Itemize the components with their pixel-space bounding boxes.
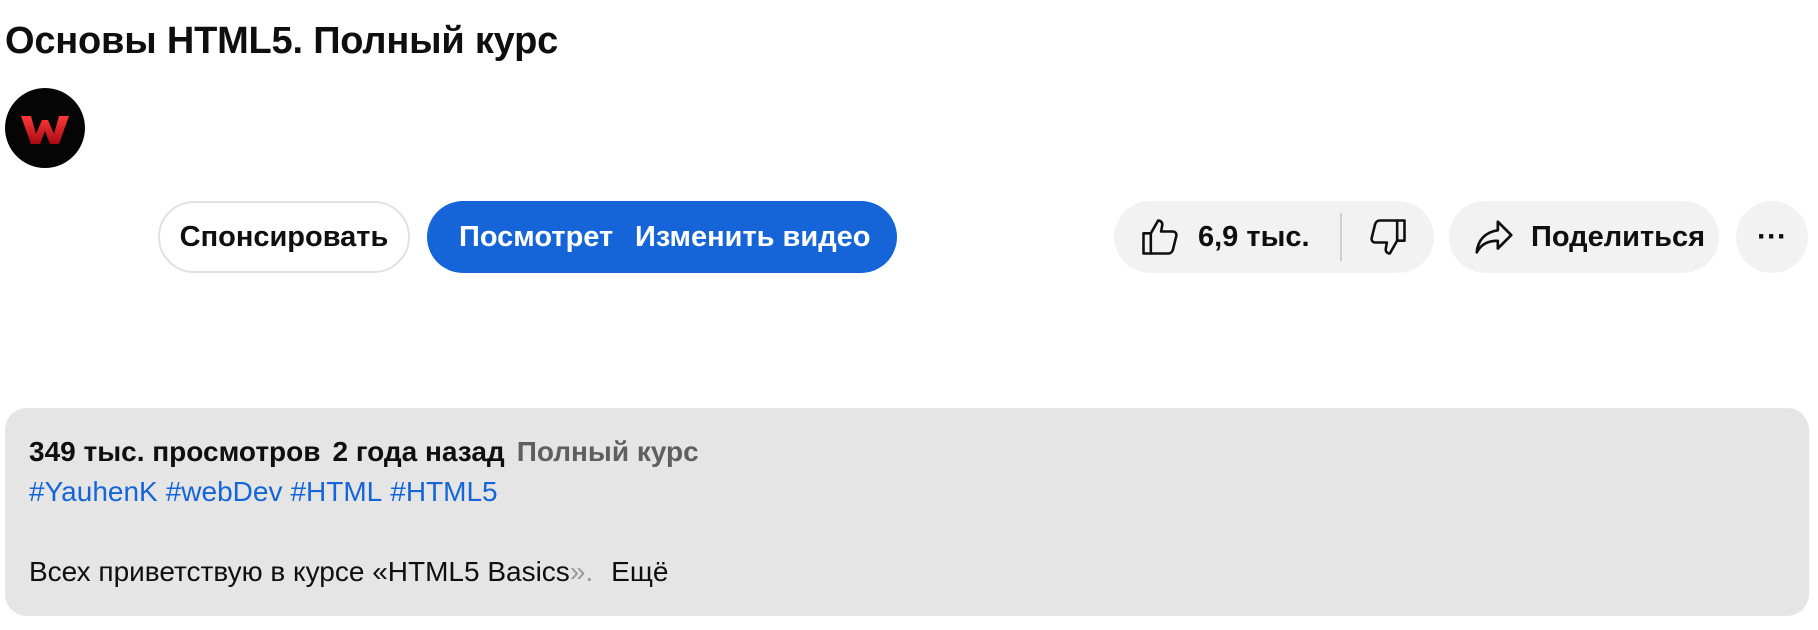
share-label: Поделиться xyxy=(1531,220,1706,253)
show-more-button[interactable]: Ещё xyxy=(611,556,668,587)
upload-date: 2 года назад xyxy=(332,436,505,467)
topic-label: Полный курс xyxy=(516,436,699,467)
hashtag-link[interactable]: #HTML5 xyxy=(390,476,497,507)
share-arrow-icon xyxy=(1475,220,1513,254)
video-page: Основы HTML5. Полный курс Спонсировать П… xyxy=(0,0,1818,630)
like-dislike-group: 6,9 тыс. xyxy=(1114,201,1434,273)
description-text: Всех приветствую в курсе «HTML5 Basics».… xyxy=(29,556,1785,588)
like-button[interactable]: 6,9 тыс. xyxy=(1114,201,1340,273)
hashtag-list: #YauhenK #webDev #HTML #HTML5 xyxy=(29,476,1785,516)
hashtag-link[interactable]: #HTML xyxy=(290,476,382,507)
w-logo-icon xyxy=(21,116,69,144)
hashtag-link[interactable]: #YauhenK xyxy=(29,476,158,507)
description-box[interactable]: 349 тыс. просмотров 2 года назад Полный ку… xyxy=(5,408,1809,616)
hashtag-link[interactable]: #webDev xyxy=(166,476,283,507)
edit-video-button[interactable]: Изменить видео xyxy=(635,221,870,254)
description-snippet: Всех приветствую в курсе «HTML5 Basics xyxy=(29,556,570,587)
more-horizontal-icon: ··· xyxy=(1757,220,1787,253)
thumbs-up-icon xyxy=(1142,219,1178,255)
share-button[interactable]: Поделиться xyxy=(1449,201,1719,273)
thumbs-down-icon xyxy=(1370,219,1406,255)
sponsor-button[interactable]: Спонсировать xyxy=(158,201,410,273)
video-title: Основы HTML5. Полный курс xyxy=(5,20,559,62)
more-actions-button[interactable]: ··· xyxy=(1736,201,1808,273)
watch-edit-button-group: Посмотреть Изменить видео xyxy=(427,201,897,273)
like-count: 6,9 тыс. xyxy=(1198,220,1310,253)
description-fade: ». xyxy=(569,556,594,587)
video-meta: 349 тыс. просмотров 2 года назад Полный ку… xyxy=(29,436,1785,476)
channel-avatar[interactable] xyxy=(5,88,85,168)
dislike-button[interactable] xyxy=(1342,201,1434,273)
view-count: 349 тыс. просмотров xyxy=(29,436,321,467)
watch-button[interactable]: Посмотреть xyxy=(459,221,615,254)
